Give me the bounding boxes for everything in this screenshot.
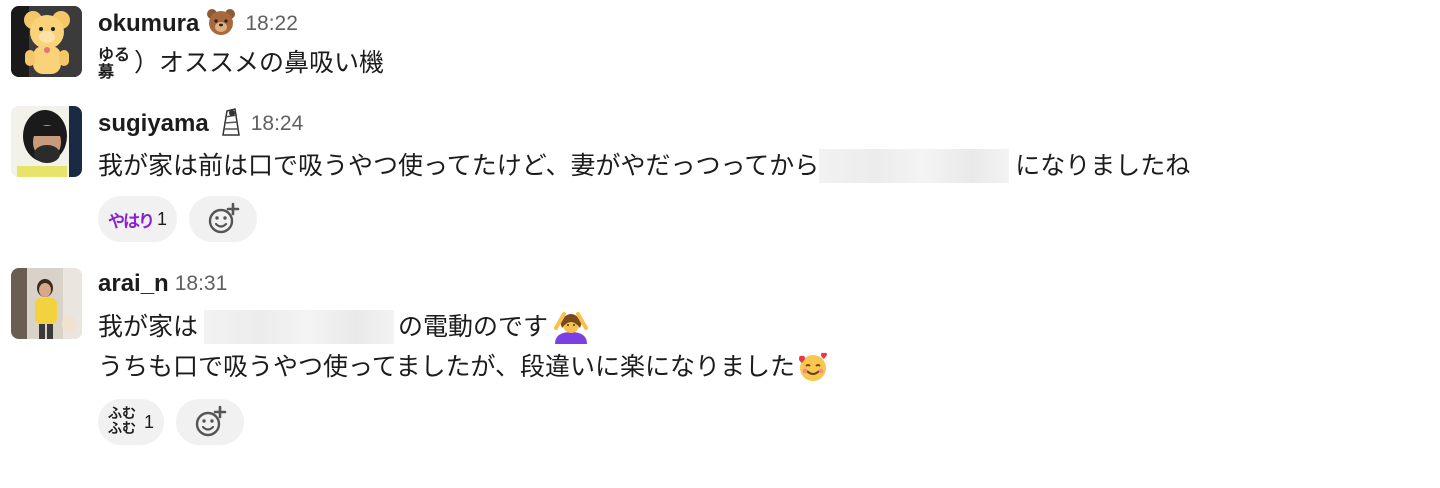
bear-avatar-image bbox=[11, 6, 82, 77]
add-reaction-button[interactable] bbox=[176, 399, 245, 445]
reaction-count: 1 bbox=[144, 411, 155, 432]
bear-face-emoji bbox=[205, 8, 237, 40]
author-name[interactable]: arai_n bbox=[98, 270, 169, 298]
emoji-text-top: ゆる bbox=[98, 45, 131, 64]
message-text-line1-after: の電動のです bbox=[398, 312, 549, 341]
add-reaction-icon bbox=[208, 202, 240, 234]
woman-gesturing-ok-emoji bbox=[552, 308, 590, 346]
message-text-line1-before: 我が家は bbox=[98, 312, 199, 341]
avatar[interactable] bbox=[11, 106, 82, 177]
reaction-count: 1 bbox=[157, 208, 168, 229]
reaction-fumufumu[interactable]: ふむふむ 1 bbox=[98, 399, 165, 445]
message-text-before: 我が家は前は口で吸うやつ使ってたけど、妻がやだっつってから bbox=[98, 151, 820, 180]
redacted-text bbox=[204, 310, 395, 344]
author-name[interactable]: okumura bbox=[98, 10, 199, 38]
author-name[interactable]: sugiyama bbox=[98, 110, 209, 138]
message-text: ）オススメの鼻吸い機 bbox=[134, 48, 385, 77]
smiling-face-with-hearts-emoji bbox=[797, 351, 829, 383]
avatar[interactable] bbox=[11, 268, 82, 339]
character-emoji bbox=[215, 107, 243, 141]
reaction-yahari[interactable]: やはり 1 bbox=[98, 196, 178, 242]
avatar[interactable] bbox=[11, 6, 82, 77]
custom-emoji-yurubo: ゆる 募 bbox=[98, 46, 130, 80]
timestamp[interactable]: 18:24 bbox=[251, 112, 304, 136]
redacted-text bbox=[819, 149, 1010, 183]
fumufumu-emoji: ふむふむ bbox=[108, 406, 136, 437]
add-reaction-icon bbox=[195, 405, 227, 437]
person-avatar-image bbox=[11, 268, 82, 339]
emoji-text-bottom: 募 bbox=[98, 62, 115, 81]
timestamp[interactable]: 18:22 bbox=[245, 12, 298, 36]
add-reaction-button[interactable] bbox=[189, 196, 258, 242]
message-text-after: になりましたね bbox=[1015, 151, 1191, 180]
yahari-emoji: やはり bbox=[108, 211, 155, 232]
timestamp[interactable]: 18:31 bbox=[175, 272, 228, 296]
message-text-line2: うちも口で吸うやつ使ってましたが、段違いに楽になりました bbox=[98, 352, 796, 381]
person-avatar-image bbox=[11, 106, 82, 177]
